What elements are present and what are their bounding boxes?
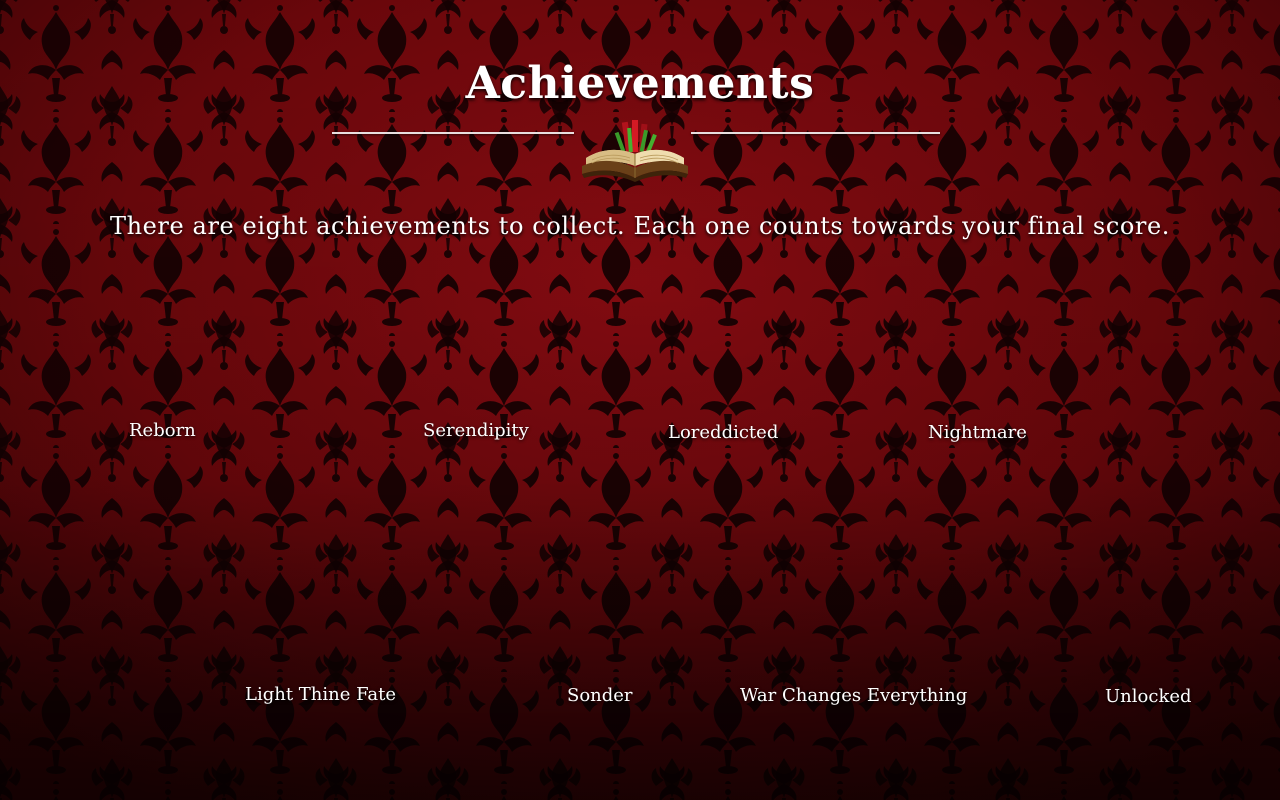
achievement-light-thine-fate[interactable]: Light Thine Fate	[245, 684, 396, 705]
achievement-unlocked[interactable]: Unlocked	[1105, 686, 1192, 707]
achievement-reborn[interactable]: Reborn	[129, 420, 196, 441]
page-title: Achievements	[465, 58, 815, 109]
achievement-sonder[interactable]: Sonder	[567, 685, 633, 706]
bookmark-ribbons	[614, 120, 657, 153]
title-divider-right	[691, 132, 940, 134]
title-divider-left	[332, 132, 574, 134]
achievement-war-changes-everything[interactable]: War Changes Everything	[740, 685, 967, 706]
achievement-nightmare[interactable]: Nightmare	[928, 422, 1027, 443]
open-book-with-bookmarks-icon	[582, 120, 688, 182]
achievement-serendipity[interactable]: Serendipity	[423, 420, 529, 441]
achievements-description: There are eight achievements to collect.…	[109, 212, 1171, 240]
achievement-loreddicted[interactable]: Loreddicted	[668, 422, 778, 443]
